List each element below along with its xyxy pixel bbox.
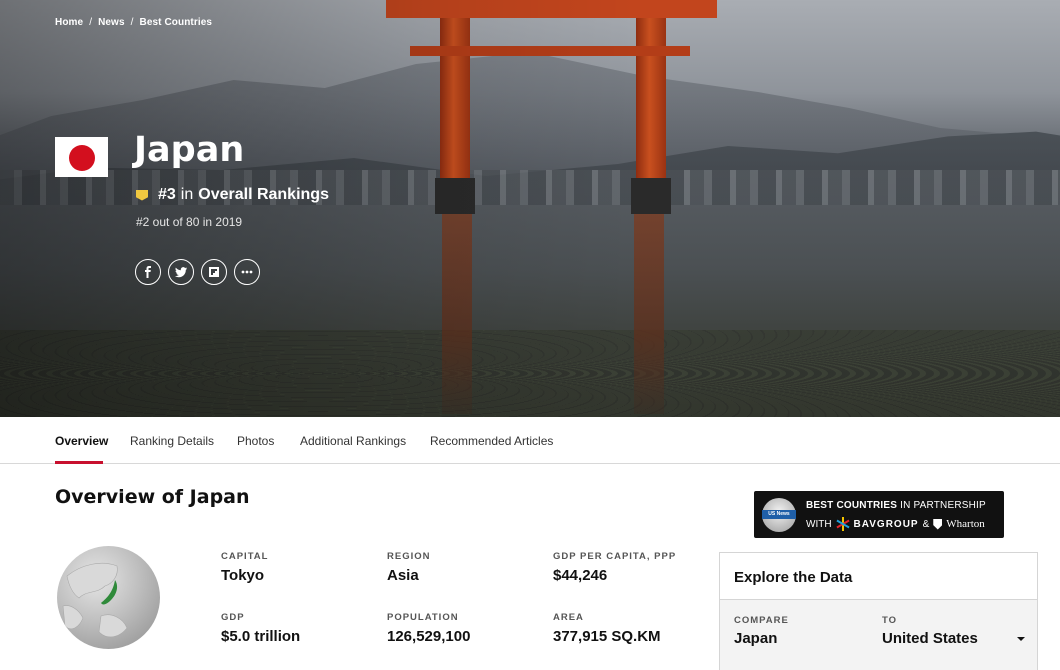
compare-controls: COMPARE Japan TO United States [720,600,1037,670]
stat-gdp: GDP $5.0 trillion [221,612,300,645]
breadcrumb-separator: / [130,17,134,28]
tab-recommended-articles[interactable]: Recommended Articles [430,434,553,448]
globe-land-icon [62,563,128,638]
section-tabs: Overview Ranking Details Photos Addition… [0,417,1060,464]
more-icon [241,270,253,274]
more-share-button[interactable] [234,259,260,285]
facebook-icon [145,266,151,278]
partner-line-1: BEST COUNTRIES IN PARTNERSHIP [806,500,986,511]
bav-logo: BAVGROUP [853,518,919,530]
stat-label: AREA [553,612,584,623]
partner-line-2: WITH BAVGROUP & Wharton [806,517,985,531]
bav-star-icon [835,517,850,531]
stat-value: 126,529,100 [387,628,471,645]
chevron-down-icon[interactable] [1017,637,1025,641]
breadcrumb-news[interactable]: News [98,17,125,28]
stat-value: Asia [387,567,419,584]
stat-gdp-per-capita: GDP PER CAPITA, PPP $44,246 [553,551,676,584]
rank-category-link[interactable]: Overall Rankings [198,186,329,204]
stat-label: GDP [221,612,245,623]
stat-label: GDP PER CAPITA, PPP [553,551,677,562]
facebook-share-button[interactable] [135,259,161,285]
social-share-bar [135,259,260,285]
wharton-shield-icon [933,518,943,530]
breadcrumb-home[interactable]: Home [55,17,83,28]
stat-label: POPULATION [387,612,459,623]
stat-population: POPULATION 126,529,100 [387,612,470,645]
tab-ranking-details[interactable]: Ranking Details [130,434,214,448]
rank-in-text: in [180,186,194,203]
globe-map-icon [57,546,160,649]
partner-brand: BEST COUNTRIES [806,500,898,511]
partner-with: WITH [806,518,832,530]
flag-sun [69,145,95,171]
rank-line: #3 in Overall Rankings [136,186,329,204]
tab-additional-rankings[interactable]: Additional Rankings [300,434,406,448]
explore-title: Explore the Data [720,553,1037,600]
explore-data-panel: Explore the Data COMPARE Japan TO United… [719,552,1038,670]
stat-label: REGION [387,551,431,562]
stat-label: CAPITAL [221,551,269,562]
wharton-logo: Wharton [946,518,985,530]
rank-number: #3 [158,186,176,203]
tab-overview[interactable]: Overview [55,434,108,448]
active-tab-indicator [55,461,103,464]
stat-capital: CAPITAL Tokyo [221,551,268,584]
hero-shade [0,0,1060,417]
stat-value: $44,246 [553,567,608,584]
partner-amp: & [922,518,930,530]
compare-label: COMPARE [734,615,789,626]
breadcrumb-best-countries[interactable]: Best Countries [140,17,213,28]
usnews-logo-text: US News [762,510,796,519]
twitter-icon [175,267,187,278]
usnews-logo-icon: US News [762,498,796,532]
stat-value: $5.0 trillion [221,628,301,645]
page-title: Japan [134,130,245,170]
stat-region: REGION Asia [387,551,430,584]
stat-value: 377,915 SQ.KM [553,628,661,645]
to-country-select[interactable]: United States [882,630,978,647]
to-label: TO [882,615,898,626]
flipboard-icon [209,267,219,277]
rank-badge-icon [136,189,148,201]
twitter-share-button[interactable] [168,259,194,285]
flipboard-share-button[interactable] [201,259,227,285]
partner-in-partnership: IN PARTNERSHIP [900,500,986,511]
breadcrumb: Home / News / Best Countries [55,17,212,28]
partnership-banner[interactable]: US News BEST COUNTRIES IN PARTNERSHIP WI… [754,491,1004,538]
overview-title: Overview of Japan [55,486,250,508]
stat-value: Tokyo [221,567,265,584]
tab-photos[interactable]: Photos [237,434,274,448]
hero-banner: Home / News / Best Countries Japan #3 in Ove… [0,0,1060,417]
compare-country-select[interactable]: Japan [734,630,777,647]
prior-rank: #2 out of 80 in 2019 [136,215,243,229]
stat-area: AREA 377,915 SQ.KM [553,612,661,645]
breadcrumb-separator: / [89,17,93,28]
japan-flag-icon [55,137,108,177]
